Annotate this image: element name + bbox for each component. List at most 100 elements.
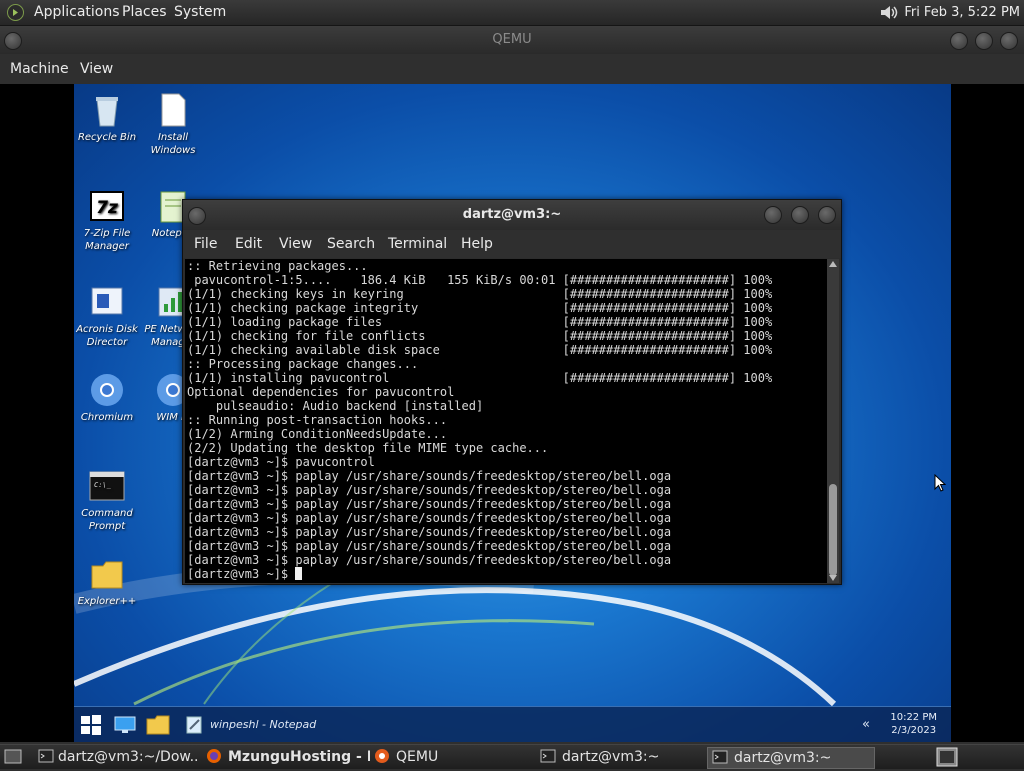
task-label: dartz@vm3:~ bbox=[562, 749, 660, 765]
terminal-icon bbox=[38, 749, 54, 763]
acronis-icon bbox=[89, 284, 125, 320]
minimize-button[interactable] bbox=[950, 32, 968, 50]
scrollbar-thumb[interactable] bbox=[829, 484, 837, 576]
windows-clock[interactable]: 10:22 PM 2/3/2023 bbox=[890, 711, 937, 737]
desktop-icon-explorer[interactable]: Explorer++ bbox=[74, 556, 142, 608]
task-label: MzunguHosting - B... bbox=[228, 749, 370, 765]
svg-text:7z: 7z bbox=[96, 198, 118, 218]
panel-clock[interactable]: Fri Feb 3, 5:22 PM bbox=[904, 0, 1020, 25]
terminal-line: [dartz@vm3 ~]$ paplay /usr/share/sounds/… bbox=[187, 525, 672, 539]
terminal-prompt-line[interactable]: [dartz@vm3 ~]$ bbox=[187, 567, 827, 581]
terminal-line: (1/1) checking keys in keyring [########… bbox=[187, 287, 773, 301]
terminal-line: (1/1) loading package files [###########… bbox=[187, 315, 773, 329]
maximize-button[interactable] bbox=[975, 32, 993, 50]
terminal-line: :: Running post-transaction hooks... bbox=[187, 413, 448, 427]
desktop-icon-label: Recycle Bin bbox=[77, 132, 137, 143]
terminal-line: pavucontrol-1:5.... 186.4 KiB 155 KiB/s … bbox=[187, 273, 773, 287]
desktop-icon-recycle-bin[interactable]: Recycle Bin bbox=[74, 92, 142, 144]
terminal-menu-search[interactable]: Search bbox=[327, 230, 375, 258]
document-icon bbox=[155, 92, 191, 128]
terminal-title: dartz@vm3:~ bbox=[462, 207, 562, 222]
taskbar-folder-icon[interactable] bbox=[146, 715, 170, 739]
taskbar-desktop-icon[interactable] bbox=[114, 715, 136, 739]
task-qemu[interactable]: QEMU bbox=[374, 747, 494, 767]
terminal-line: (1/1) checking package integrity [######… bbox=[187, 301, 773, 315]
applications-menu[interactable]: Applications bbox=[34, 0, 120, 25]
chromium-icon bbox=[89, 372, 125, 408]
terminal-line: [dartz@vm3 ~]$ paplay /usr/share/sounds/… bbox=[187, 497, 672, 511]
terminal-prompt: [dartz@vm3 ~]$ bbox=[187, 567, 296, 581]
windows-taskbar: winpeshl - Notepad « 10:22 PM 2/3/2023 bbox=[74, 706, 951, 742]
desktop-icon-label: Acronis Disk Director bbox=[76, 324, 138, 348]
task-firefox[interactable]: MzunguHosting - B... bbox=[206, 747, 370, 767]
gnome-foot-icon[interactable] bbox=[7, 4, 24, 21]
taskbar-notepad-task[interactable]: winpeshl - Notepad bbox=[184, 710, 414, 740]
task-terminal-downloads[interactable]: dartz@vm3:~/Dow... bbox=[38, 747, 198, 767]
terminal-menu-edit[interactable]: Edit bbox=[235, 230, 262, 258]
desktop-icon-label: Command Prompt bbox=[81, 508, 133, 532]
windows-start-icon[interactable] bbox=[80, 714, 102, 740]
machine-menu[interactable]: Machine bbox=[10, 54, 69, 84]
workspace-switcher-icon[interactable] bbox=[936, 747, 958, 771]
desktop-icon-7zip[interactable]: 7z 7-Zip File Manager bbox=[74, 188, 142, 253]
terminal-line: [dartz@vm3 ~]$ paplay /usr/share/sounds/… bbox=[187, 483, 672, 497]
terminal-line: [dartz@vm3 ~]$ pavucontrol bbox=[187, 455, 375, 469]
task-label: QEMU bbox=[396, 749, 439, 765]
desktop-icon-command-prompt[interactable]: C:\_ Command Prompt bbox=[74, 468, 142, 533]
show-desktop-icon[interactable] bbox=[4, 748, 22, 770]
close-button[interactable] bbox=[1000, 32, 1018, 50]
terminal-line: [dartz@vm3 ~]$ paplay /usr/share/sounds/… bbox=[187, 539, 672, 553]
guest-border-right bbox=[951, 84, 1024, 742]
task-terminal-2[interactable]: dartz@vm3:~ bbox=[540, 747, 700, 767]
task-terminal-active[interactable]: dartz@vm3:~ bbox=[707, 747, 875, 769]
bottom-panel: dartz@vm3:~/Dow... MzunguHosting - B... … bbox=[0, 744, 1024, 769]
terminal-line: :: Retrieving packages... bbox=[187, 259, 368, 273]
terminal-line: Optional dependencies for pavucontrol bbox=[187, 385, 455, 399]
terminal-menu-file[interactable]: File bbox=[194, 230, 217, 258]
windows-clock-time: 10:22 PM bbox=[890, 712, 937, 723]
desktop-icon-acronis[interactable]: Acronis Disk Director bbox=[74, 284, 142, 349]
terminal-maximize-button[interactable] bbox=[791, 206, 809, 224]
desktop-icon-label: 7-Zip File Manager bbox=[83, 228, 131, 252]
notepad-icon bbox=[186, 716, 202, 734]
scroll-up-icon[interactable] bbox=[829, 261, 837, 267]
svg-text:C:\_: C:\_ bbox=[94, 481, 112, 489]
terminal-window[interactable]: dartz@vm3:~ File Edit View Search Termin… bbox=[182, 199, 842, 585]
terminal-output[interactable]: :: Retrieving packages... pavucontrol-1:… bbox=[185, 259, 827, 583]
desktop-icon-chromium[interactable]: Chromium bbox=[74, 372, 142, 424]
scroll-down-icon[interactable] bbox=[829, 575, 837, 581]
terminal-menu-view[interactable]: View bbox=[279, 230, 312, 258]
terminal-line: [dartz@vm3 ~]$ paplay /usr/share/sounds/… bbox=[187, 511, 672, 525]
terminal-line: :: Processing package changes... bbox=[187, 357, 419, 371]
task-label: dartz@vm3:~ bbox=[734, 750, 832, 766]
terminal-titlebar[interactable]: dartz@vm3:~ bbox=[183, 200, 841, 230]
terminal-icon bbox=[712, 750, 728, 764]
view-menu[interactable]: View bbox=[80, 54, 113, 84]
folder-icon bbox=[89, 556, 125, 592]
desktop-icon-install-windows[interactable]: Install Windows bbox=[138, 92, 208, 157]
desktop-icon-label: Chromium bbox=[80, 412, 134, 423]
7zip-icon: 7z bbox=[89, 188, 125, 224]
terminal-scrollbar[interactable] bbox=[827, 259, 839, 583]
system-menu[interactable]: System bbox=[174, 0, 226, 25]
terminal-close-button[interactable] bbox=[818, 206, 836, 224]
terminal-minimize-button[interactable] bbox=[764, 206, 782, 224]
command-prompt-icon: C:\_ bbox=[89, 468, 125, 504]
qemu-titlebar[interactable]: QEMU bbox=[0, 26, 1024, 54]
terminal-cursor bbox=[295, 567, 303, 580]
volume-icon[interactable] bbox=[878, 3, 900, 22]
firefox-icon bbox=[207, 749, 221, 763]
places-menu[interactable]: Places bbox=[122, 0, 167, 25]
terminal-line: (1/1) checking available disk space [###… bbox=[187, 343, 773, 357]
terminal-line: (1/2) Arming ConditionNeedsUpdate... bbox=[187, 427, 448, 441]
terminal-menu-terminal[interactable]: Terminal bbox=[388, 230, 447, 258]
task-label: dartz@vm3:~/Dow... bbox=[58, 749, 198, 765]
top-panel: Applications Places System Fri Feb 3, 5:… bbox=[0, 0, 1024, 26]
windows-clock-date: 2/3/2023 bbox=[891, 725, 937, 736]
desktop-icon-label: Explorer++ bbox=[77, 596, 137, 607]
terminal-line: (1/1) checking for file conflicts [#####… bbox=[187, 329, 773, 343]
show-hidden-icons-icon[interactable]: « bbox=[862, 717, 870, 732]
terminal-menu-help[interactable]: Help bbox=[461, 230, 493, 258]
terminal-line: [dartz@vm3 ~]$ paplay /usr/share/sounds/… bbox=[187, 469, 672, 483]
terminal-menubar: File Edit View Search Terminal Help bbox=[183, 230, 841, 258]
